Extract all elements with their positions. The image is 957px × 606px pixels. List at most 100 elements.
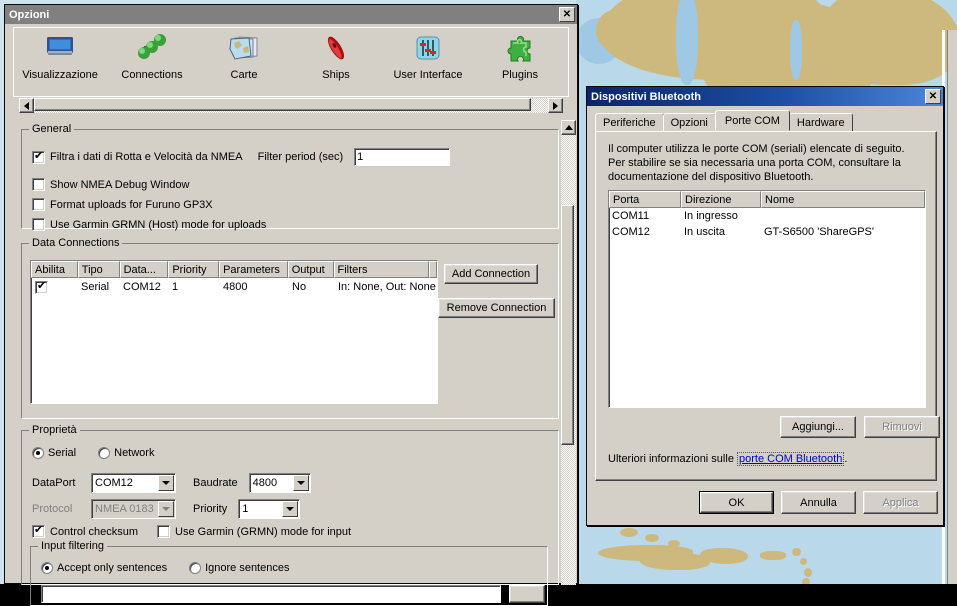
- column-header-direzione[interactable]: Direzione: [681, 191, 761, 208]
- garmin-grmn-upload-checkbox[interactable]: [32, 218, 45, 231]
- tab-opzioni[interactable]: Opzioni: [662, 113, 716, 131]
- rimuovi-button: Rimuovi: [864, 416, 940, 438]
- column-header-porta[interactable]: Porta: [609, 191, 681, 208]
- tab-periferiche[interactable]: Periferiche: [595, 113, 664, 131]
- scroll-track[interactable]: [34, 98, 548, 113]
- baudrate-value: 4800: [252, 477, 278, 489]
- dataport-label: DataPort: [32, 477, 76, 489]
- filter-period-label: Filter period (sec): [257, 151, 344, 163]
- filter-period-input[interactable]: 1: [354, 148, 451, 166]
- control-checksum-checkbox[interactable]: [32, 524, 45, 538]
- control-checksum-label: Control checksum: [50, 525, 139, 538]
- row-enabled-checkbox[interactable]: [35, 280, 48, 294]
- scroll-track-vertical[interactable]: [561, 135, 576, 585]
- ok-button-label: OK: [700, 492, 773, 513]
- row-priority: 1: [172, 281, 179, 293]
- porte-com-bluetooth-link[interactable]: porte COM Bluetooth: [737, 452, 845, 466]
- sentences-input[interactable]: [41, 585, 501, 603]
- column-header-data[interactable]: Data...: [119, 261, 169, 278]
- toolbar-item-user-interface[interactable]: User Interface: [382, 28, 474, 81]
- network-label: Network: [114, 447, 155, 459]
- aggiungi-button[interactable]: Aggiungi...: [780, 416, 856, 438]
- chevron-down-icon[interactable]: [158, 475, 174, 491]
- toolbar-item-carte[interactable]: Carte: [198, 28, 290, 81]
- sentences-browse-button[interactable]: [509, 585, 545, 603]
- column-header-filters[interactable]: Filters: [333, 261, 429, 278]
- scroll-left-button[interactable]: [19, 98, 34, 113]
- dataport-combo[interactable]: COM12: [91, 473, 176, 493]
- garmin-input-checkbox[interactable]: [157, 525, 171, 538]
- list-item[interactable]: COM12 In uscita GT-S6500 'ShareGPS': [609, 224, 925, 240]
- list-item[interactable]: COM11 In ingresso: [609, 208, 925, 224]
- annulla-button[interactable]: Annulla: [781, 491, 856, 514]
- toolbar-item-connections[interactable]: Connections: [106, 28, 198, 81]
- chevron-down-icon: [158, 501, 174, 517]
- scroll-right-button[interactable]: [548, 98, 563, 113]
- accept-only-sentences-label: Accept only sentences: [57, 562, 168, 574]
- bluetooth-title: Dispositivi Bluetooth: [591, 90, 701, 103]
- remove-connection-button[interactable]: Remove Connection: [438, 298, 555, 318]
- tab-porte-com[interactable]: Porte COM: [714, 110, 790, 131]
- toolbar-item-ships[interactable]: Ships: [290, 28, 382, 81]
- network-nodes-icon: [135, 32, 169, 66]
- puzzle-piece-icon: [503, 32, 537, 66]
- table-row[interactable]: Serial COM12 1 4800 No In: None, Out: No…: [31, 278, 437, 296]
- toolbar-label: Plugins: [501, 69, 539, 81]
- bluetooth-titlebar[interactable]: Dispositivi Bluetooth ✕: [587, 87, 943, 106]
- chevron-down-icon[interactable]: [292, 475, 309, 491]
- add-connection-button[interactable]: Add Connection: [444, 264, 538, 284]
- chart-fjord: [676, 0, 698, 85]
- chart-landmass: [820, 0, 957, 85]
- row-tipo: Serial: [81, 281, 110, 293]
- column-header-parameters[interactable]: Parameters: [219, 261, 288, 278]
- toolbar-item-visualizzazione[interactable]: Visualizzazione: [14, 28, 106, 81]
- more-info-prefix: Ulteriori informazioni sulle: [608, 453, 737, 465]
- protocol-value: NMEA 0183: [95, 503, 154, 515]
- toolbar-item-plugins[interactable]: Plugins: [474, 28, 566, 81]
- com-ports-list[interactable]: Porta Direzione Nome COM11 In ingresso C…: [608, 190, 926, 408]
- options-vertical-scrollbar[interactable]: [561, 120, 576, 585]
- chart-island: [800, 558, 807, 565]
- filter-nmea-label: Filtra i dati di Rotta e Velocità da NME…: [50, 151, 243, 163]
- port-name: COM11: [612, 210, 650, 222]
- chart-island: [760, 551, 786, 560]
- data-connections-group: Data Connections Abilita Tipo Data... Pr…: [21, 237, 559, 419]
- column-header-tipo[interactable]: Tipo: [77, 261, 120, 278]
- baudrate-label: Baudrate: [193, 477, 238, 489]
- garmin-input-label: Use Garmin (GRMN) mode for input: [175, 525, 352, 538]
- show-nmea-debug-checkbox[interactable]: [32, 178, 45, 191]
- chart-window-right-edge: [947, 30, 957, 584]
- tab-hardware[interactable]: Hardware: [788, 113, 853, 131]
- baudrate-combo[interactable]: 4800: [248, 473, 311, 493]
- data-connections-table[interactable]: Abilita Tipo Data... Priority Parameters…: [30, 260, 438, 404]
- priority-label: Priority: [193, 503, 228, 515]
- chevron-right-icon: [553, 101, 558, 110]
- column-header-nome[interactable]: Nome: [761, 191, 925, 208]
- row-output: No: [292, 281, 307, 293]
- toolbar-label: Carte: [230, 69, 258, 81]
- options-toolbar: Visualizzazione Connections Carte Ships …: [13, 27, 569, 97]
- scroll-thumb-vertical[interactable]: [561, 205, 574, 445]
- serial-radio[interactable]: [32, 447, 44, 459]
- close-icon[interactable]: ✕: [559, 7, 575, 22]
- column-header-abilita[interactable]: Abilita: [31, 261, 78, 278]
- furuno-upload-checkbox[interactable]: [32, 198, 45, 211]
- scroll-thumb[interactable]: [34, 98, 531, 111]
- scroll-up-button[interactable]: [561, 120, 576, 135]
- column-header-priority[interactable]: Priority: [168, 261, 220, 278]
- filter-nmea-checkbox[interactable]: [32, 150, 45, 164]
- toolbar-label: Visualizzazione: [22, 69, 98, 81]
- column-header-output[interactable]: Output: [287, 261, 334, 278]
- network-radio[interactable]: [98, 447, 111, 459]
- porte-com-description: Il computer utilizza le porte COM (seria…: [608, 143, 905, 183]
- accept-only-sentences-radio[interactable]: [41, 562, 53, 574]
- close-icon[interactable]: ✕: [925, 89, 941, 104]
- options-titlebar[interactable]: Opzioni ✕: [5, 5, 577, 24]
- chevron-down-icon[interactable]: [282, 501, 299, 517]
- priority-combo[interactable]: 1: [238, 499, 301, 519]
- ignore-sentences-radio[interactable]: [189, 562, 202, 574]
- ok-button[interactable]: OK: [699, 491, 774, 514]
- ignore-sentences-label: Ignore sentences: [205, 562, 290, 574]
- toolbar-horizontal-scrollbar[interactable]: [19, 98, 563, 113]
- porte-com-panel: Il computer utilizza le porte COM (seria…: [595, 131, 940, 481]
